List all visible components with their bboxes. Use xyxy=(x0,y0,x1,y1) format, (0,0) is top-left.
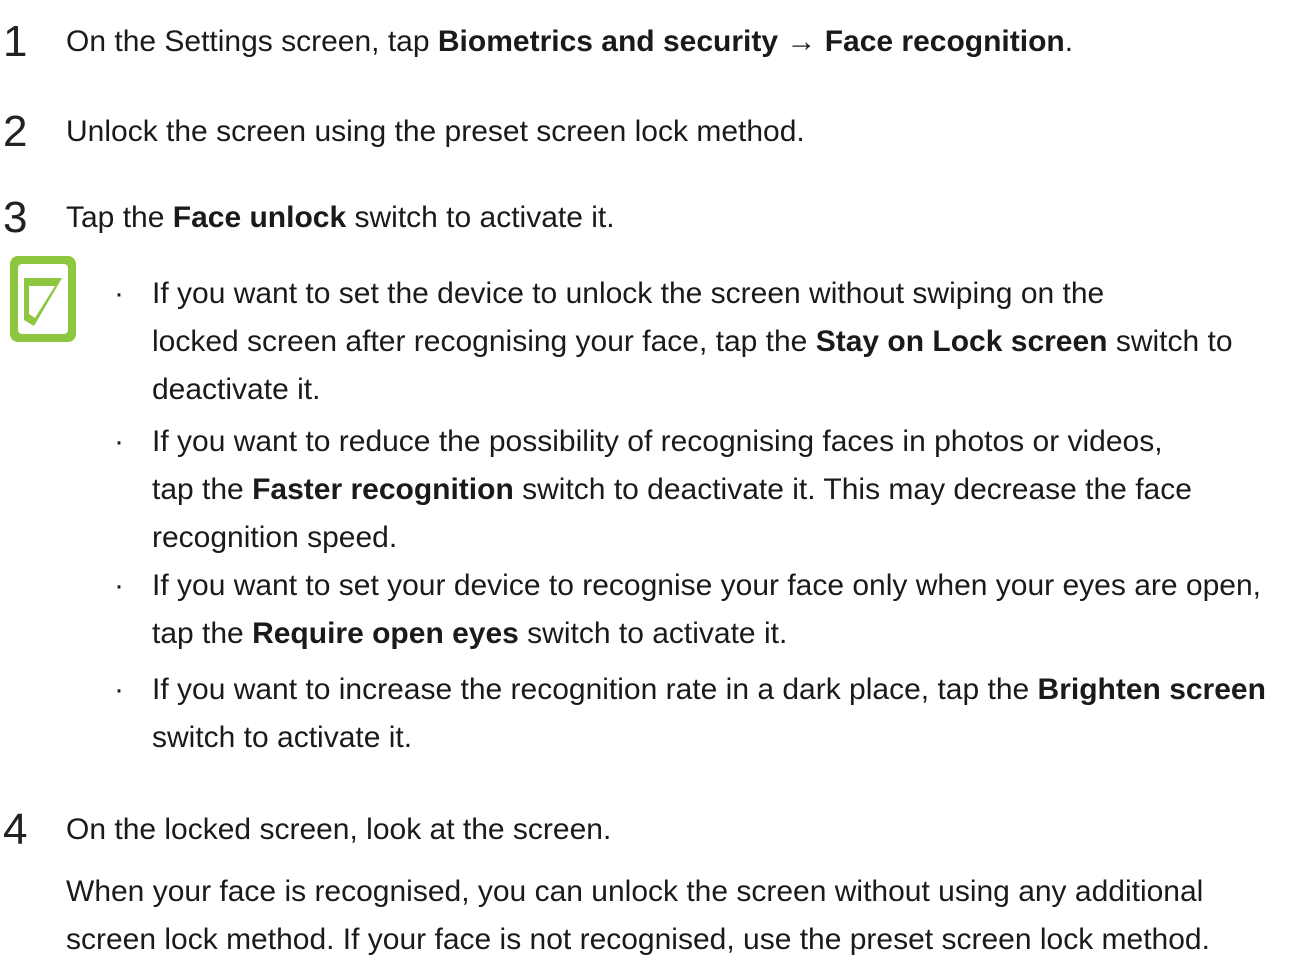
bullet-text: If you want to set the device to unlock … xyxy=(152,270,1302,414)
bullet-text: If you want to set your device to recogn… xyxy=(152,562,1302,658)
bullet-dot: · xyxy=(114,425,124,458)
text-part: switch to deactivate it. This may decrea… xyxy=(513,473,1192,506)
paragraph-line: screen lock method. If your face is not … xyxy=(66,923,1210,956)
bullet-line: If you want to set the device to unlock … xyxy=(152,277,1105,310)
step-text-part: On the Settings screen, tap xyxy=(66,25,438,58)
step-number: 2 xyxy=(3,107,28,156)
step-text-part: switch to activate it. xyxy=(346,201,615,234)
step-text: Unlock the screen using the preset scree… xyxy=(66,115,805,148)
bullet-line: tap the Require open eyes switch to acti… xyxy=(152,610,1302,658)
setting-brighten-screen: Brighten screen xyxy=(1037,673,1266,706)
note-pencil-icon xyxy=(10,256,76,342)
bullet-line: locked screen after recognising your fac… xyxy=(152,318,1302,366)
setting-require-open-eyes: Require open eyes xyxy=(252,617,519,650)
bullet-text: If you want to increase the recognition … xyxy=(152,666,1302,762)
step-text-part: Tap the xyxy=(66,201,173,234)
manual-page: 1 On the Settings screen, tap Biometrics… xyxy=(0,0,1302,957)
text-part: switch to activate it. xyxy=(518,617,788,650)
bullet-line: If you want to reduce the possibility of… xyxy=(152,425,1163,458)
step-number: 3 xyxy=(3,193,28,242)
text-part: If you want to increase the recognition … xyxy=(152,673,1038,706)
bullet-dot: · xyxy=(114,569,124,602)
menu-path-face-recognition: Face recognition xyxy=(824,25,1065,58)
step-4-description: When your face is recognised, you can un… xyxy=(66,868,1302,964)
bullet-text: If you want to reduce the possibility of… xyxy=(152,418,1302,562)
menu-path-biometrics: Biometrics and security xyxy=(437,25,779,58)
bullet-line: tap the Faster recognition switch to dea… xyxy=(152,466,1302,514)
step-text: Tap the Face unlock switch to activate i… xyxy=(66,196,615,240)
bullet-dot: · xyxy=(114,277,124,310)
bullet-line: deactivate it. xyxy=(152,373,321,406)
setting-stay-on-lock-screen: Stay on Lock screen xyxy=(815,325,1108,358)
text-part: tap the xyxy=(152,473,253,506)
step-number: 4 xyxy=(3,805,28,854)
bullet-dot: · xyxy=(114,673,124,706)
text-part: switch to xyxy=(1107,325,1233,358)
bullet-line: switch to activate it. xyxy=(152,721,413,754)
bullet-line: If you want to set your device to recogn… xyxy=(152,569,1261,602)
arrow-separator: → xyxy=(778,25,825,58)
bullet-line: recognition speed. xyxy=(152,521,398,554)
setting-faster-recognition: Faster recognition xyxy=(252,473,514,506)
text-part: tap the xyxy=(152,617,253,650)
step-text: On the Settings screen, tap Biometrics a… xyxy=(66,20,1073,64)
text-part: locked screen after recognising your fac… xyxy=(152,325,816,358)
step-text-part: . xyxy=(1064,25,1074,58)
step-number: 1 xyxy=(3,17,28,66)
setting-face-unlock: Face unlock xyxy=(172,201,347,234)
paragraph-line: When your face is recognised, you can un… xyxy=(66,875,1204,908)
bullet-line: If you want to increase the recognition … xyxy=(152,666,1302,714)
step-text: On the locked screen, look at the screen… xyxy=(66,813,612,846)
